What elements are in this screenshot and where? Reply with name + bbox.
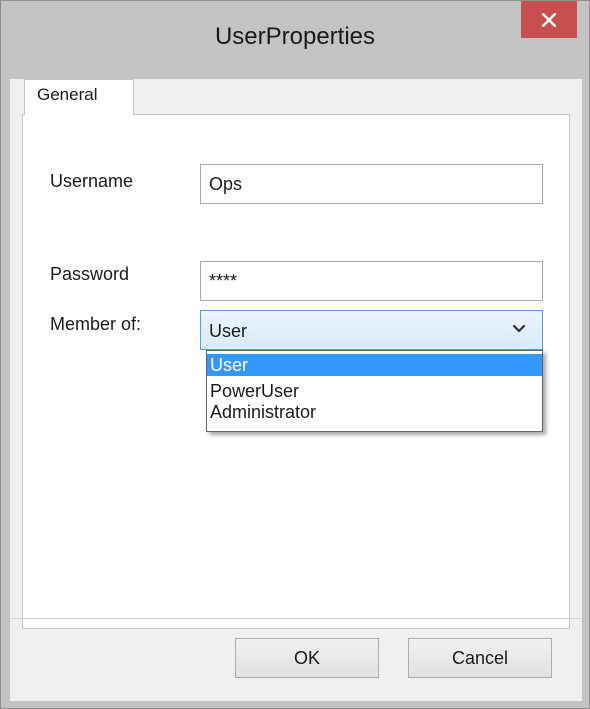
user-properties-dialog: UserProperties General Username Ops Pass…: [0, 0, 590, 709]
option-administrator[interactable]: Administrator: [207, 401, 542, 423]
member-of-select[interactable]: User: [200, 310, 543, 350]
member-of-selected-value: User: [209, 321, 248, 341]
close-button[interactable]: [521, 1, 577, 38]
option-poweruser[interactable]: PowerUser: [207, 380, 542, 402]
chevron-down-icon[interactable]: [512, 323, 526, 335]
option-user[interactable]: User: [207, 354, 542, 376]
window-title: UserProperties: [214, 23, 376, 50]
member-of-dropdown-list: User PowerUser Administrator: [206, 350, 543, 432]
username-field[interactable]: Ops: [200, 164, 543, 204]
tab-general-label: General: [37, 85, 98, 104]
cancel-button[interactable]: Cancel: [408, 638, 552, 678]
member-of-label: Member of:: [50, 314, 142, 334]
password-value: ****: [209, 270, 238, 291]
close-icon: [542, 12, 556, 27]
title-bar[interactable]: UserProperties: [1, 1, 589, 79]
password-field[interactable]: ****: [200, 261, 543, 301]
password-label: Password: [50, 264, 130, 284]
tab-general[interactable]: General: [24, 79, 134, 115]
button-bar-divider: [10, 618, 582, 619]
ok-button[interactable]: OK: [235, 638, 379, 678]
username-label: Username: [50, 171, 134, 191]
username-value: Ops: [209, 173, 243, 194]
